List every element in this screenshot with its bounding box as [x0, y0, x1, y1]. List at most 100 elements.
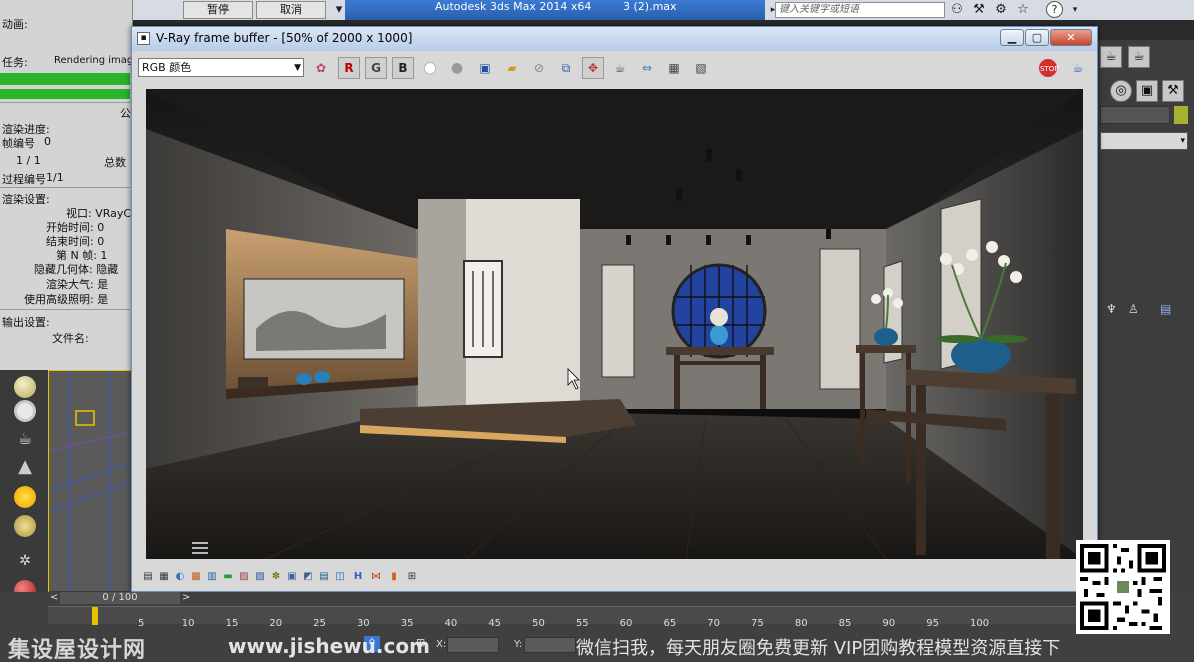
teapot-icon[interactable]: ☕ [14, 428, 36, 450]
save-icon[interactable]: ▣ [474, 57, 496, 79]
compare-icon[interactable]: ⋈ [370, 571, 382, 583]
cancel-button[interactable]: 取消 [256, 1, 326, 19]
timeline-tick-label: 35 [400, 618, 414, 629]
curve-icon[interactable]: ▥ [206, 571, 218, 583]
lens-icon[interactable]: ▤ [318, 571, 330, 583]
link-to-settings-icon[interactable]: ⇔ [636, 57, 658, 79]
pause-button[interactable]: 暂停 [183, 1, 253, 19]
render-teapot-icon[interactable]: ☕ [1128, 46, 1150, 68]
timeline-tick-label: 95 [926, 618, 939, 629]
particles-icon[interactable]: ✲ [14, 550, 36, 572]
open-folder-icon[interactable]: ▰ [501, 57, 523, 79]
sphere-icon[interactable] [14, 376, 36, 398]
color-swatch[interactable] [1174, 106, 1188, 124]
clear-icon[interactable]: ⊘ [528, 57, 550, 79]
time-slider-area: < 0 / 100 > ☰ 51015202530354045505560657… [0, 592, 1194, 662]
track-bar[interactable] [48, 606, 1098, 625]
copy-to-max-vfb-icon[interactable]: ⧉ [555, 57, 577, 79]
hsv-icon[interactable]: ▨ [238, 571, 250, 583]
timeline-tick-label: 10 [181, 618, 195, 629]
pin-stack-icon[interactable]: ♆ [1106, 302, 1117, 316]
alpha-white-icon[interactable]: ● [419, 57, 441, 79]
setting-advanced-lighting: 使用高级照明: 是 [24, 293, 109, 306]
tools-icon[interactable]: ⚙ [992, 1, 1010, 19]
balance-icon[interactable]: ▬ [222, 571, 234, 583]
rendered-gallery-scene [146, 89, 1083, 559]
modifier-list-dropdown[interactable]: ▾ [1100, 132, 1188, 150]
target-icon[interactable]: ◎ [1110, 80, 1132, 102]
scene-viewport[interactable] [48, 370, 135, 601]
output-settings-label: 输出设置: [2, 316, 50, 329]
x-coord-field[interactable] [447, 637, 499, 653]
info-icon[interactable]: ▦ [158, 571, 170, 583]
stop-render-icon[interactable]: STOP [1039, 59, 1058, 77]
selection-lock-icon[interactable]: ⊞ [416, 636, 425, 649]
show-pixel-info-icon[interactable]: ▦ [663, 57, 685, 79]
frame-no-label: 帧编号 [2, 137, 35, 150]
time-prev-arrow[interactable]: < [50, 592, 58, 603]
lock-icon[interactable]: ⌂ [364, 636, 380, 652]
total-label: 总数 [104, 156, 126, 169]
frame-count: 1 / 1 [16, 154, 41, 167]
task-progress-bar [0, 73, 130, 85]
rendered-image[interactable] [146, 89, 1083, 559]
minimize-button[interactable]: ▁ [1000, 29, 1024, 46]
vfb-titlebar[interactable]: ▪ V-Ray frame buffer - [50% of 2000 x 10… [132, 27, 1097, 51]
help-dropdown-icon[interactable]: ▾ [1066, 1, 1084, 19]
vfb-title: V-Ray frame buffer - [50% of 2000 x 1000… [156, 31, 413, 45]
frame-counter[interactable]: 0 / 100 [60, 592, 180, 604]
sun-icon[interactable] [14, 486, 36, 508]
close-button[interactable]: ✕ [1050, 29, 1092, 46]
mono-icon[interactable]: ● [446, 57, 468, 79]
ocio-icon[interactable]: ▣ [286, 571, 298, 583]
y-coord-field[interactable] [524, 637, 576, 653]
cone-icon[interactable]: ▲ [14, 456, 36, 478]
time-marker[interactable] [92, 607, 98, 625]
timeline-tick-label: 85 [838, 618, 852, 629]
timeline-tick-label: 15 [225, 618, 239, 629]
wrench-icon[interactable]: ⚒ [970, 1, 988, 19]
name-field[interactable] [1100, 106, 1170, 124]
help-icon[interactable]: ? [1046, 1, 1063, 18]
maximize-button[interactable]: ▢ [1025, 29, 1049, 46]
render-teapot-icon[interactable]: ☕ [1067, 57, 1089, 79]
omni-light-icon[interactable] [14, 515, 36, 537]
search-input[interactable]: 键入关键字或短语 [775, 2, 945, 18]
blue-channel-button[interactable]: B [392, 57, 414, 79]
settings-icon[interactable]: ⊞ [406, 571, 418, 583]
channel-select[interactable]: RGB 颜色 ▼ [138, 58, 304, 77]
color-correction-icon[interactable]: ▧ [690, 57, 712, 79]
vray-frame-buffer-window: ▪ V-Ray frame buffer - [50% of 2000 x 10… [131, 26, 1098, 592]
show-end-result-icon[interactable]: ♙ [1128, 302, 1139, 316]
stamp-icon[interactable]: ◫ [334, 571, 346, 583]
timeline-tick-label: 60 [619, 618, 633, 629]
favorite-star-icon[interactable]: ☆ [1014, 1, 1032, 19]
graph-icon[interactable]: ◩ [302, 571, 314, 583]
levels-icon[interactable]: ◐ [174, 571, 186, 583]
timeline-tick-label: 65 [663, 618, 677, 629]
timeline-tick-label: 40 [444, 618, 458, 629]
hammer-icon[interactable]: ⚒ [1162, 80, 1184, 102]
circle-icon[interactable] [14, 400, 36, 422]
color-channels-icon[interactable]: ✿ [310, 57, 332, 79]
lut-icon[interactable]: ▧ [254, 571, 266, 583]
timeline-tick-label: 5 [138, 618, 145, 629]
track-mouse-icon[interactable]: ✥ [582, 57, 604, 79]
history-icon[interactable]: ▤ [142, 571, 154, 583]
ab-icon[interactable]: ▮ [388, 571, 400, 583]
divider [0, 187, 130, 188]
red-channel-button[interactable]: R [338, 57, 360, 79]
exposure-icon[interactable]: ▩ [190, 571, 202, 583]
monitor-icon[interactable]: ▣ [1136, 80, 1158, 102]
configure-sets-icon[interactable]: ▤ [1160, 302, 1171, 316]
binoculars-icon[interactable]: ⚇ [948, 1, 966, 19]
icc-icon[interactable]: ✽ [270, 571, 282, 583]
time-next-arrow[interactable]: > [182, 592, 190, 603]
green-channel-button[interactable]: G [365, 57, 387, 79]
timeline-tick-label: 100 [970, 618, 990, 629]
vfb-toolbar: RGB 颜色 ▼ ✿ R G B ● ● ▣ ▰ ⊘ ⧉ ✥ ☕ ⇔ ▦ ▧ S… [132, 55, 1097, 81]
render-region-icon[interactable]: ☕ [609, 57, 631, 79]
timeline-tick-label: 75 [751, 618, 764, 629]
teapot-icon[interactable]: ☕ [1100, 46, 1122, 68]
h-icon[interactable]: H [352, 571, 364, 583]
